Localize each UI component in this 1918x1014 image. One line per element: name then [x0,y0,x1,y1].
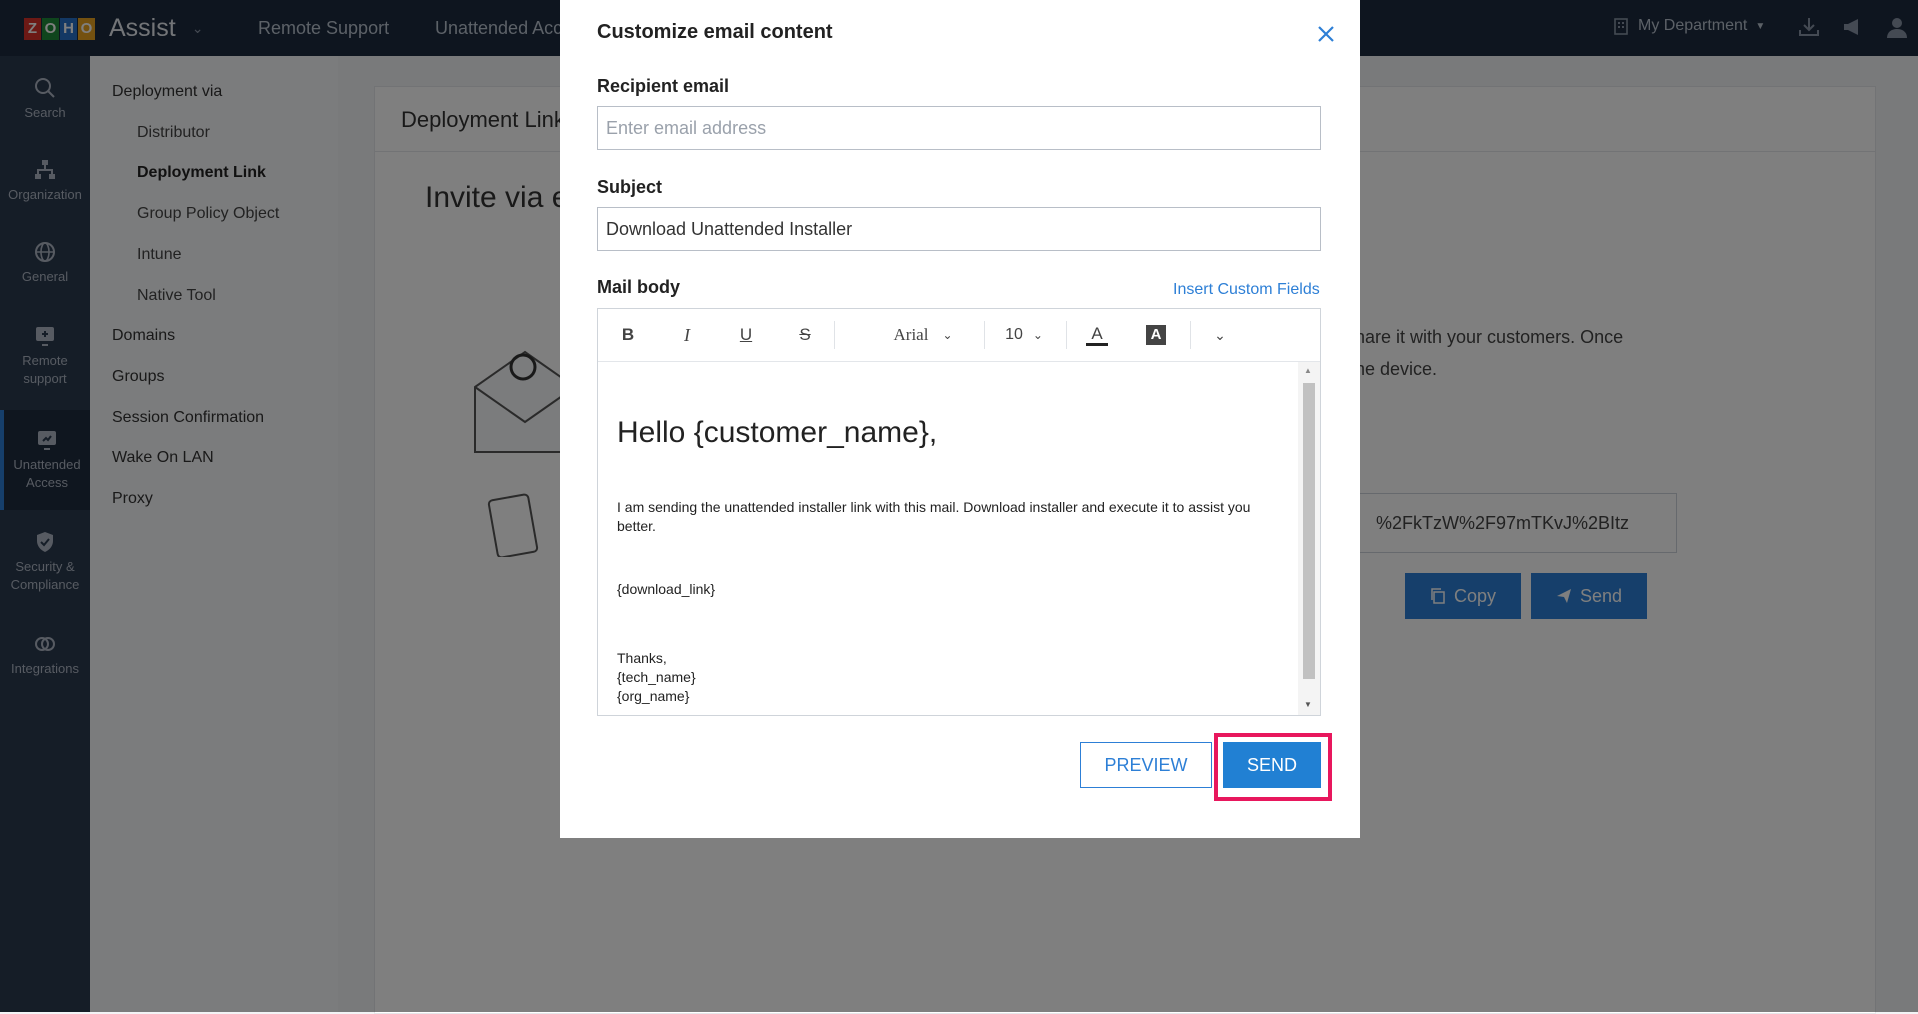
body-greeting: Hello {customer_name}, [617,416,938,449]
send-button[interactable]: SEND [1223,742,1321,788]
recipient-email-label: Recipient email [597,76,730,96]
body-paragraph: I am sending the unattended installer li… [617,499,1251,534]
insert-custom-fields-link[interactable]: Insert Custom Fields [1173,281,1320,299]
font-size-select[interactable]: 10 ⌄ [994,323,1054,347]
italic-icon[interactable]: I [675,323,699,347]
mail-body-label: Mail body [597,277,681,297]
body-thanks: Thanks, [617,650,667,666]
scrollbar-thumb[interactable] [1303,383,1315,679]
font-family-select[interactable]: Arial ⌄ [878,323,968,347]
strikethrough-icon[interactable]: S [793,323,817,347]
body-download-link: {download_link} [617,581,716,597]
recipient-email-input[interactable] [597,106,1321,150]
toolbar-divider [984,321,985,349]
editor-scrollbar[interactable]: ▲ ▼ [1298,362,1320,715]
body-tech-name: {tech_name} [617,669,696,685]
text-color-icon[interactable]: A [1084,323,1110,347]
underline-icon[interactable]: U [734,323,758,347]
more-options-icon[interactable]: ⌄︎ [1208,323,1232,347]
chevron-down-icon: ⌄ [942,327,953,342]
editor-toolbar: B I U S Arial ⌄ 10 ⌄ A A ⌄︎ [598,309,1320,362]
font-size-value: 10 [1005,326,1023,343]
subject-input[interactable] [597,207,1321,251]
bold-icon[interactable]: B [616,323,640,347]
customize-email-modal: Customize email content Recipient email … [560,0,1360,838]
scroll-up-icon[interactable]: ▲ [1304,366,1312,375]
toolbar-divider [1190,321,1191,349]
modal-title: Customize email content [597,21,833,43]
toolbar-divider [1066,321,1067,349]
mail-body-editor: B I U S Arial ⌄ 10 ⌄ A A ⌄︎ Hello {custo… [597,308,1321,716]
toolbar-divider [834,321,835,349]
highlight-color-icon[interactable]: A [1144,323,1168,347]
chevron-down-icon: ⌄ [1032,328,1043,342]
font-family-value: Arial [893,325,929,344]
mail-body-content[interactable]: Hello {customer_name}, I am sending the … [598,362,1298,715]
subject-label: Subject [597,177,663,197]
close-icon[interactable] [1314,22,1338,46]
preview-button[interactable]: PREVIEW [1080,742,1212,788]
scroll-down-icon[interactable]: ▼ [1304,700,1312,709]
body-org-name: {org_name} [617,688,690,704]
